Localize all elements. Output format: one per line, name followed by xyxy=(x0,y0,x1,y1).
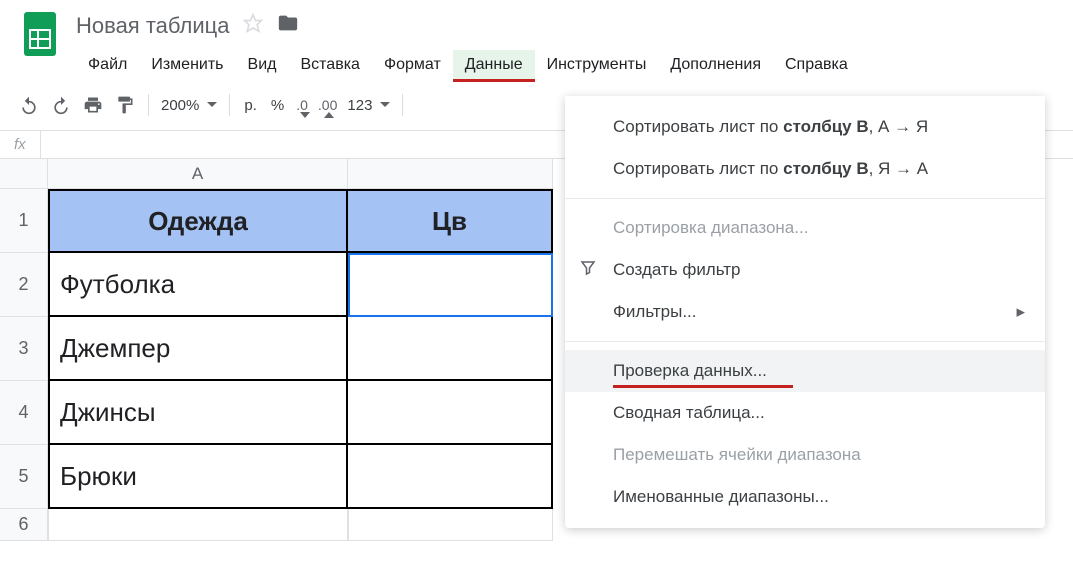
star-icon[interactable] xyxy=(243,13,263,39)
menu-separator xyxy=(565,341,1045,342)
menu-data-validation[interactable]: Проверка данных... xyxy=(565,350,1045,392)
menu-data-validation-label: Проверка данных... xyxy=(613,361,767,381)
row-header[interactable]: 4 xyxy=(0,381,48,445)
menu-help[interactable]: Справка xyxy=(773,50,860,80)
increase-decimal-button[interactable]: .00 xyxy=(314,90,341,120)
menu-create-filter-label: Создать фильтр xyxy=(613,260,741,280)
menu-pivot-table[interactable]: Сводная таблица... xyxy=(565,392,1045,434)
chevron-down-icon xyxy=(207,100,217,110)
menu-addons[interactable]: Дополнения xyxy=(658,50,773,80)
toolbar-separator xyxy=(229,94,230,116)
select-all-corner[interactable] xyxy=(0,159,48,189)
row-header[interactable]: 2 xyxy=(0,253,48,317)
document-title[interactable]: Новая таблица xyxy=(76,13,229,39)
cell-b3[interactable] xyxy=(348,317,553,381)
menu-data-label: Данные xyxy=(465,56,523,73)
cell-a1[interactable]: Одежда xyxy=(48,189,348,253)
column-header-a[interactable]: A xyxy=(48,159,348,189)
menu-sort-range: Сортировка диапазона... xyxy=(565,207,1045,249)
cell-a5[interactable]: Брюки xyxy=(48,445,348,509)
menu-separator xyxy=(565,198,1045,199)
menu-format[interactable]: Формат xyxy=(372,50,453,80)
menu-filters-label: Фильтры... xyxy=(613,302,697,322)
cell-a6[interactable] xyxy=(48,509,348,541)
column-header-b[interactable] xyxy=(348,159,553,189)
menu-named-ranges[interactable]: Именованные диапазоны... xyxy=(565,476,1045,518)
cell-a3[interactable]: Джемпер xyxy=(48,317,348,381)
toolbar-separator xyxy=(148,94,149,116)
cell-b4[interactable] xyxy=(348,381,553,445)
paint-format-button[interactable] xyxy=(110,90,140,120)
cell-a4[interactable]: Джинсы xyxy=(48,381,348,445)
data-menu-dropdown: Сортировать лист по столбцу B, А → Я Сор… xyxy=(565,96,1045,528)
row-header[interactable]: 3 xyxy=(0,317,48,381)
currency-button[interactable]: р. xyxy=(238,97,263,114)
fx-label: fx xyxy=(0,131,41,158)
sheets-logo[interactable] xyxy=(20,8,60,60)
folder-icon[interactable] xyxy=(277,12,299,40)
filter-icon xyxy=(579,259,597,282)
redo-button[interactable] xyxy=(46,90,76,120)
menubar: Файл Изменить Вид Вставка Формат Данные … xyxy=(76,50,1073,80)
print-button[interactable] xyxy=(78,90,108,120)
chevron-down-icon xyxy=(380,100,390,110)
highlight-underline xyxy=(453,79,535,82)
menu-tools[interactable]: Инструменты xyxy=(535,50,659,80)
zoom-select[interactable]: 200% xyxy=(157,97,221,114)
cell-b2[interactable] xyxy=(348,253,553,317)
menu-edit[interactable]: Изменить xyxy=(139,50,235,80)
menu-file[interactable]: Файл xyxy=(76,50,139,80)
cell-b5[interactable] xyxy=(348,445,553,509)
more-formats-label: 123 xyxy=(347,97,372,114)
cell-a2[interactable]: Футболка xyxy=(48,253,348,317)
menu-sort-asc[interactable]: Сортировать лист по столбцу B, А → Я xyxy=(565,106,1045,148)
menu-data[interactable]: Данные xyxy=(453,50,535,80)
submenu-arrow-icon: ▸ xyxy=(1016,302,1025,322)
row-header[interactable]: 5 xyxy=(0,445,48,509)
undo-button[interactable] xyxy=(14,90,44,120)
toolbar-separator xyxy=(402,94,403,116)
highlight-underline xyxy=(613,385,793,388)
menu-view[interactable]: Вид xyxy=(236,50,289,80)
menu-insert[interactable]: Вставка xyxy=(288,50,371,80)
cell-b1[interactable]: Цв xyxy=(348,189,553,253)
menu-filters[interactable]: Фильтры... ▸ xyxy=(565,291,1045,333)
more-formats-button[interactable]: 123 xyxy=(343,97,394,114)
menu-sort-desc[interactable]: Сортировать лист по столбцу B, Я → А xyxy=(565,148,1045,190)
row-header[interactable]: 6 xyxy=(0,509,48,541)
percent-button[interactable]: % xyxy=(265,97,290,114)
menu-create-filter[interactable]: Создать фильтр xyxy=(565,249,1045,291)
cell-b6[interactable] xyxy=(348,509,553,541)
row-header[interactable]: 1 xyxy=(0,189,48,253)
decrease-decimal-button[interactable]: .0 xyxy=(292,90,312,120)
menu-randomize-range: Перемешать ячейки диапазона xyxy=(565,434,1045,476)
zoom-value: 200% xyxy=(161,97,199,114)
